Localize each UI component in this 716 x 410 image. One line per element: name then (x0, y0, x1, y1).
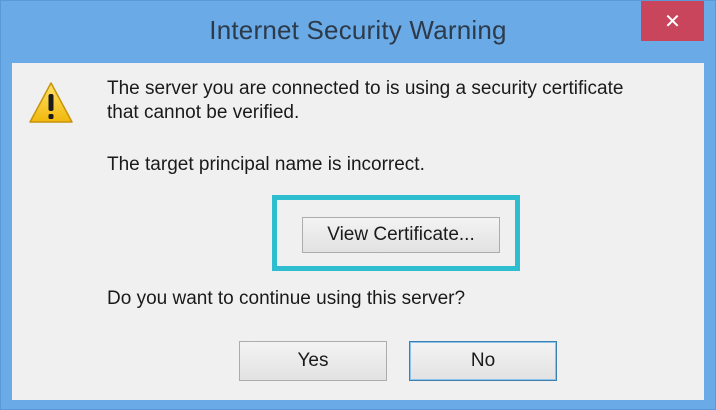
close-button[interactable]: ✕ (641, 1, 704, 41)
warning-message-line2: that cannot be verified. (107, 102, 300, 123)
warning-message-line1: The server you are connected to is using… (107, 78, 624, 99)
warning-icon (29, 82, 73, 123)
dialog-body: The server you are connected to is using… (12, 63, 704, 400)
error-detail: The target principal name is incorrect. (107, 154, 425, 175)
yes-button[interactable]: Yes (239, 341, 387, 381)
title-bar[interactable]: Internet Security Warning ✕ (1, 1, 715, 63)
no-button[interactable]: No (409, 341, 557, 381)
dialog-title: Internet Security Warning (209, 15, 507, 45)
security-warning-dialog: Internet Security Warning ✕ The server y… (0, 0, 716, 410)
continue-question: Do you want to continue using this serve… (107, 288, 466, 309)
view-certificate-button[interactable]: View Certificate... (302, 217, 500, 253)
close-icon: ✕ (664, 9, 681, 33)
